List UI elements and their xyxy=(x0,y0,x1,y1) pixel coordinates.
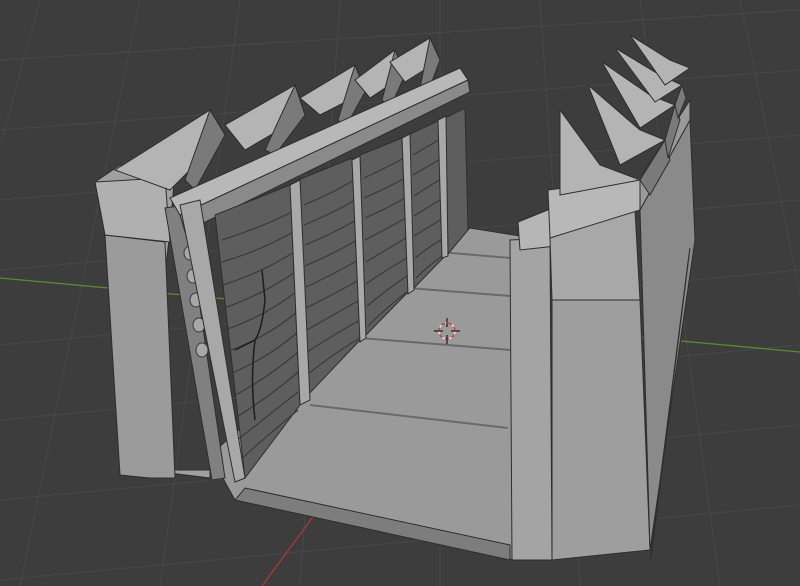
3d-viewport[interactable] xyxy=(0,0,800,586)
right-wall[interactable] xyxy=(509,34,696,561)
viewport-canvas[interactable] xyxy=(0,0,800,586)
x-axis-line xyxy=(261,509,319,586)
